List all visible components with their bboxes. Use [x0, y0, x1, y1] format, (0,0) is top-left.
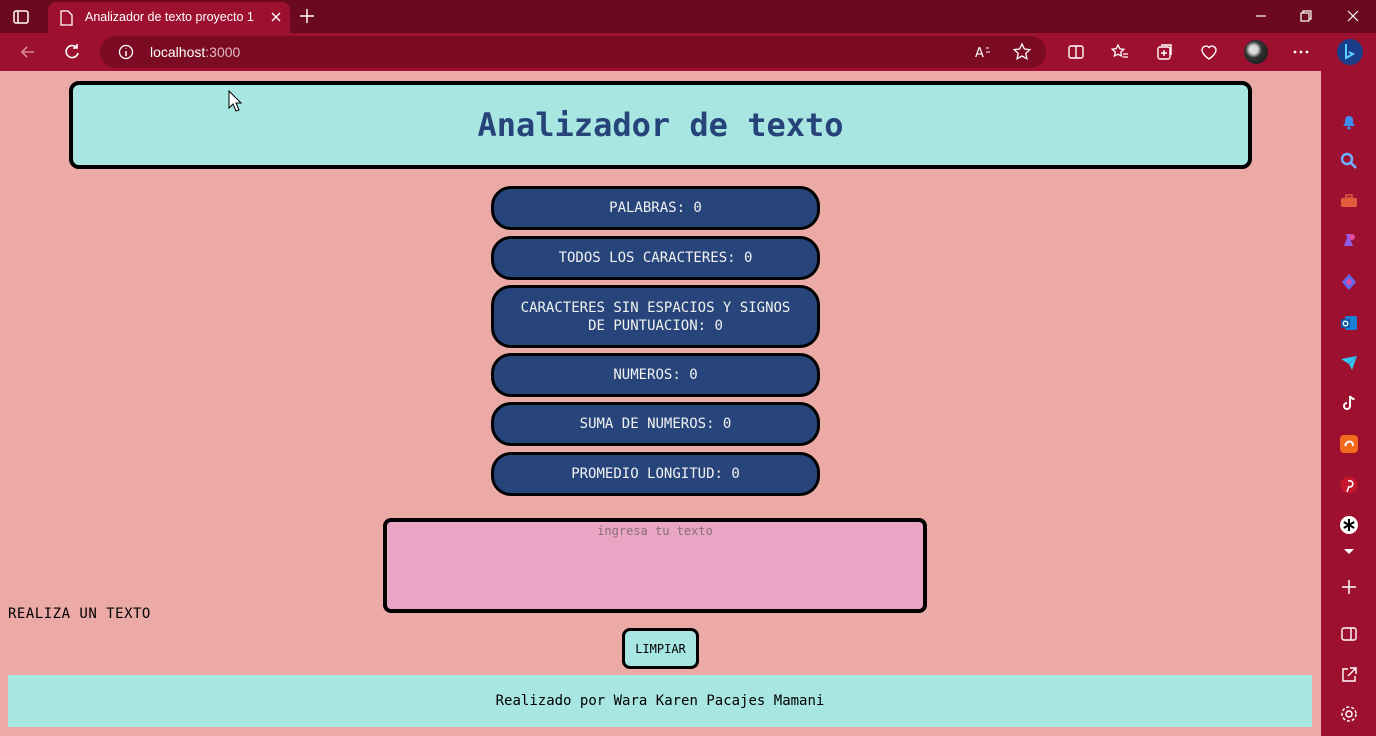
outlook-icon[interactable]	[1339, 313, 1359, 333]
copilot-icon[interactable]	[1339, 272, 1359, 292]
url-text[interactable]: localhost:3000	[150, 44, 240, 60]
tab-actions-icon[interactable]	[12, 8, 30, 26]
svg-text:A: A	[975, 46, 984, 61]
navigation-bar: localhost:3000 A	[0, 33, 1376, 71]
collections-icon[interactable]	[1154, 42, 1174, 62]
new-tab-icon[interactable]	[298, 7, 316, 25]
office-icon[interactable]	[1339, 434, 1359, 454]
bing-copilot-icon[interactable]	[1336, 38, 1364, 66]
toolbox-icon[interactable]	[1339, 191, 1359, 211]
refresh-icon[interactable]	[62, 42, 82, 62]
text-input-container	[383, 518, 927, 613]
pinterest-icon[interactable]	[1339, 475, 1359, 495]
split-screen-icon[interactable]	[1066, 42, 1086, 62]
chevron-down-icon[interactable]	[1339, 541, 1359, 561]
more-options-icon[interactable]	[1291, 42, 1311, 62]
minimize-icon[interactable]	[1253, 8, 1269, 24]
read-aloud-icon[interactable]: A	[973, 42, 993, 62]
text-input[interactable]	[387, 522, 923, 609]
address-bar[interactable]: localhost:3000 A	[100, 36, 1046, 68]
browser-sidebar	[1321, 71, 1376, 736]
document-icon	[60, 10, 73, 26]
status-message: REALIZA UN TEXTO	[8, 606, 151, 622]
split-screen-icon[interactable]	[1339, 624, 1359, 644]
send-icon[interactable]	[1339, 353, 1359, 373]
stat-average-length: PROMEDIO LONGITUD: 0	[491, 452, 820, 496]
browser-essentials-icon[interactable]	[1199, 42, 1219, 62]
browser-tab[interactable]: Analizador de texto proyecto 1	[48, 2, 290, 33]
restore-icon[interactable]	[1298, 8, 1314, 24]
search-icon[interactable]	[1339, 151, 1359, 171]
gear-icon[interactable]	[1339, 704, 1359, 724]
stat-characters-no-spaces: CARACTERES SIN ESPACIOS Y SIGNOS DE PUNT…	[491, 285, 820, 348]
bell-icon[interactable]	[1339, 112, 1359, 132]
tiktok-icon[interactable]	[1339, 393, 1359, 413]
info-icon[interactable]	[118, 44, 134, 60]
tab-title: Analizador de texto proyecto 1	[85, 10, 254, 24]
clear-button[interactable]: LIMPIAR	[622, 628, 699, 669]
plus-icon[interactable]	[1339, 577, 1359, 597]
favorite-star-icon[interactable]	[1012, 42, 1032, 62]
chess-icon[interactable]	[1339, 231, 1359, 251]
mouse-cursor-icon	[228, 90, 242, 112]
header-banner: Analizador de texto	[69, 81, 1252, 169]
stat-numbers: NUMEROS: 0	[491, 353, 820, 397]
profile-avatar[interactable]	[1244, 40, 1268, 64]
footer-credit: Realizado por Wara Karen Pacajes Mamani	[495, 693, 825, 709]
close-tab-icon[interactable]	[268, 9, 284, 25]
close-window-icon[interactable]	[1345, 8, 1361, 24]
favorites-icon[interactable]	[1110, 42, 1130, 62]
back-icon[interactable]	[18, 42, 38, 62]
footer: Realizado por Wara Karen Pacajes Mamani	[8, 675, 1312, 727]
stat-all-characters: TODOS LOS CARACTERES: 0	[491, 236, 820, 280]
external-link-icon[interactable]	[1339, 665, 1359, 685]
page-title: Analizador de texto	[477, 106, 844, 144]
stat-sum-numbers: SUMA DE NUMEROS: 0	[491, 402, 820, 446]
page-content: Analizador de texto PALABRAS: 0 TODOS LO…	[0, 71, 1321, 736]
stat-words: PALABRAS: 0	[491, 186, 820, 230]
title-bar: Analizador de texto proyecto 1	[0, 0, 1376, 33]
asterisk-icon[interactable]	[1339, 515, 1359, 535]
